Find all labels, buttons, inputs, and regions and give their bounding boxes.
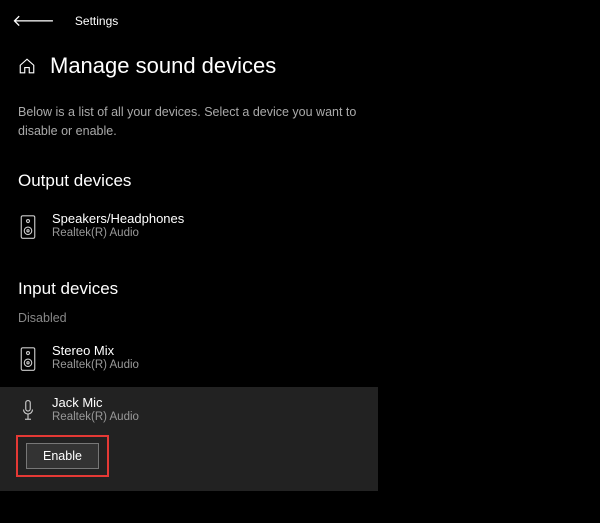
device-sub: Realtek(R) Audio — [52, 359, 139, 371]
microphone-icon — [18, 397, 38, 425]
enable-button[interactable]: Enable — [26, 443, 99, 469]
input-device-item-selected[interactable]: Jack Mic Realtek(R) Audio Enable — [0, 387, 378, 491]
output-device-item[interactable]: Speakers/Headphones Realtek(R) Audio — [0, 203, 600, 249]
device-name: Stereo Mix — [52, 343, 139, 358]
device-sub: Realtek(R) Audio — [52, 227, 184, 239]
speaker-icon — [18, 213, 38, 241]
back-arrow-icon[interactable]: 🡐 — [12, 10, 55, 31]
input-devices-header: Input devices — [0, 249, 600, 311]
page-description: Below is a list of all your devices. Sel… — [0, 87, 400, 141]
home-icon[interactable] — [18, 57, 36, 75]
input-device-item[interactable]: Stereo Mix Realtek(R) Audio — [0, 335, 600, 381]
speaker-icon — [18, 345, 38, 373]
disabled-label: Disabled — [0, 311, 600, 335]
device-sub: Realtek(R) Audio — [52, 411, 139, 423]
app-title: Settings — [75, 14, 118, 28]
highlight-annotation: Enable — [16, 435, 109, 477]
output-devices-header: Output devices — [0, 141, 600, 203]
device-name: Speakers/Headphones — [52, 211, 184, 226]
page-title: Manage sound devices — [50, 53, 276, 79]
device-name: Jack Mic — [52, 395, 139, 410]
